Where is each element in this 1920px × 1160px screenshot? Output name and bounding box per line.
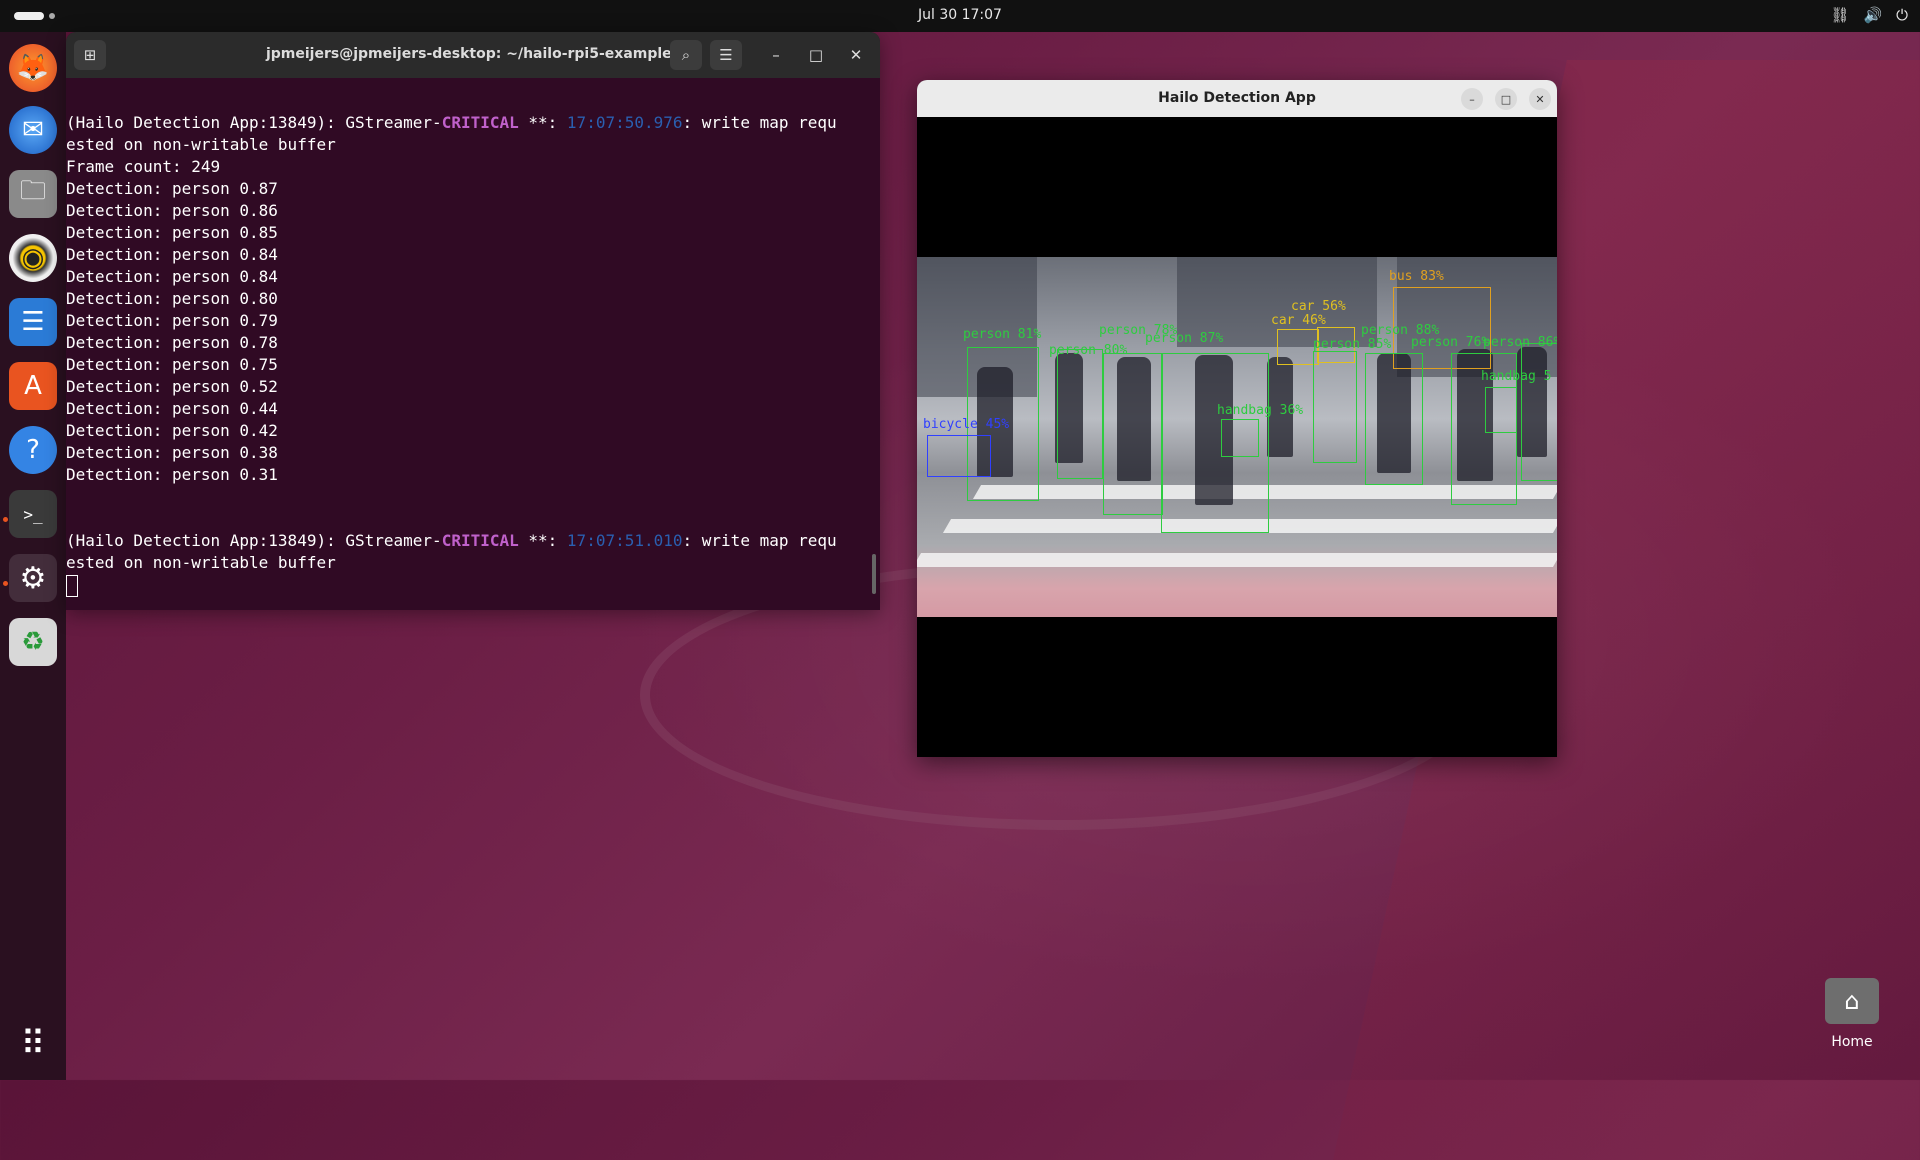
rhythmbox-icon[interactable]: ◉	[9, 234, 57, 282]
system-tray[interactable]: ⛓ 🔊 ⏻	[1830, 6, 1908, 24]
close-icon[interactable]: ✕	[840, 40, 872, 70]
log-line: Detection: person 0.87	[66, 179, 278, 198]
bbox-handbag	[1485, 387, 1517, 433]
dock: 🦊 ✉ 🗀 ◉ ☰ A ? >_ ⚙ ♻ ⠿	[0, 32, 66, 1080]
help-icon[interactable]: ?	[9, 426, 57, 474]
running-indicator	[3, 517, 8, 522]
bbox-person	[1521, 343, 1557, 481]
prompt-line[interactable]	[66, 574, 880, 597]
running-indicator	[3, 581, 8, 586]
terminal-header[interactable]: ⊞ jpmeijers@jpmeijers-desktop: ~/hailo-r…	[66, 32, 880, 78]
bbox-bicycle	[927, 435, 991, 477]
crosswalk-stripe	[917, 553, 1557, 567]
trash-icon[interactable]: ♻	[9, 618, 57, 666]
bbox-person	[1103, 353, 1163, 515]
log-line: Detection: person 0.84	[66, 267, 278, 286]
log-line: Detection: person 0.85	[66, 223, 278, 242]
log-line: Detection: person 0.79	[66, 311, 278, 330]
minimize-icon[interactable]: –	[760, 40, 792, 70]
terminal-icon[interactable]: >_	[9, 490, 57, 538]
text-cursor	[66, 574, 78, 597]
menu-icon[interactable]: ☰	[710, 40, 742, 70]
terminal-output[interactable]: (Hailo Detection App:13849): GStreamer-C…	[66, 78, 880, 610]
detection-window[interactable]: Hailo Detection App – □ ✕ person 81% per…	[917, 80, 1557, 757]
detection-label: car 56%	[1291, 299, 1346, 314]
maximize-icon[interactable]: □	[800, 40, 832, 70]
show-apps-icon[interactable]: ⠿	[9, 1020, 57, 1068]
detection-label: person 86%	[1483, 335, 1557, 350]
detection-label: handbag 36%	[1217, 403, 1304, 418]
terminal-window[interactable]: ⊞ jpmeijers@jpmeijers-desktop: ~/hailo-r…	[66, 32, 880, 610]
detection-label: bicycle 45%	[923, 417, 1010, 432]
detection-label: person 87%	[1145, 331, 1224, 346]
volume-icon[interactable]: 🔊	[1863, 6, 1882, 24]
writer-icon[interactable]: ☰	[9, 298, 57, 346]
log-line: ested on non-writable buffer	[66, 135, 336, 154]
log-line: Detection: person 0.42	[66, 421, 278, 440]
detection-label: person 81%	[963, 327, 1042, 342]
files-icon[interactable]: 🗀	[9, 170, 57, 218]
detection-label: person 76%	[1411, 335, 1490, 350]
app-center-icon[interactable]: A	[9, 362, 57, 410]
log-line: Detection: person 0.78	[66, 333, 278, 352]
detection-label: person 85%	[1313, 337, 1392, 352]
home-folder-icon: ⌂	[1825, 978, 1879, 1024]
clock[interactable]: Jul 30 17:07	[0, 7, 1920, 23]
bbox-person	[1365, 353, 1423, 485]
detection-label: car 46%	[1271, 313, 1326, 328]
terminal-scrollbar[interactable]	[872, 554, 876, 594]
home-label: Home	[1831, 1034, 1873, 1050]
log-line-critical: (Hailo Detection App:13849): GStreamer-C…	[66, 113, 837, 132]
detection-label: bus 83%	[1389, 269, 1444, 284]
firefox-icon[interactable]: 🦊	[9, 44, 57, 92]
log-line: Detection: person 0.86	[66, 201, 278, 220]
maximize-icon[interactable]: □	[1495, 88, 1517, 110]
settings-icon[interactable]: ⚙	[9, 554, 57, 602]
bbox-person	[1313, 351, 1357, 463]
detection-label: person 80%	[1049, 343, 1128, 358]
bbox-person	[1057, 349, 1103, 479]
log-line: Detection: person 0.80	[66, 289, 278, 308]
video-frame: person 81% person 78% person 87% person …	[917, 257, 1557, 617]
log-line: Detection: person 0.44	[66, 399, 278, 418]
log-line: Detection: person 0.38	[66, 443, 278, 462]
detection-header[interactable]: Hailo Detection App – □ ✕	[917, 80, 1557, 117]
minimize-icon[interactable]: –	[1461, 88, 1483, 110]
log-line: Detection: person 0.84	[66, 245, 278, 264]
terminal-title: jpmeijers@jpmeijers-desktop: ~/hailo-rpi…	[265, 46, 680, 62]
home-folder-shortcut[interactable]: ⌂ Home	[1822, 978, 1882, 1050]
bbox-handbag	[1221, 419, 1259, 457]
log-line: Detection: person 0.52	[66, 377, 278, 396]
top-bar: Jul 30 17:07 ⛓ 🔊 ⏻	[0, 0, 1920, 32]
close-icon[interactable]: ✕	[1529, 88, 1551, 110]
log-line: Detection: person 0.75	[66, 355, 278, 374]
network-icon[interactable]: ⛓	[1830, 6, 1849, 24]
detection-label: handbag 5	[1481, 369, 1552, 384]
log-line: Frame count: 249	[66, 157, 221, 176]
log-line-critical: (Hailo Detection App:13849): GStreamer-C…	[66, 531, 837, 550]
log-line: ested on non-writable buffer	[66, 553, 336, 572]
log-line: Detection: person 0.31	[66, 465, 278, 484]
search-icon[interactable]: ⌕	[670, 40, 702, 70]
power-icon[interactable]: ⏻	[1896, 6, 1908, 24]
thunderbird-icon[interactable]: ✉	[9, 106, 57, 154]
